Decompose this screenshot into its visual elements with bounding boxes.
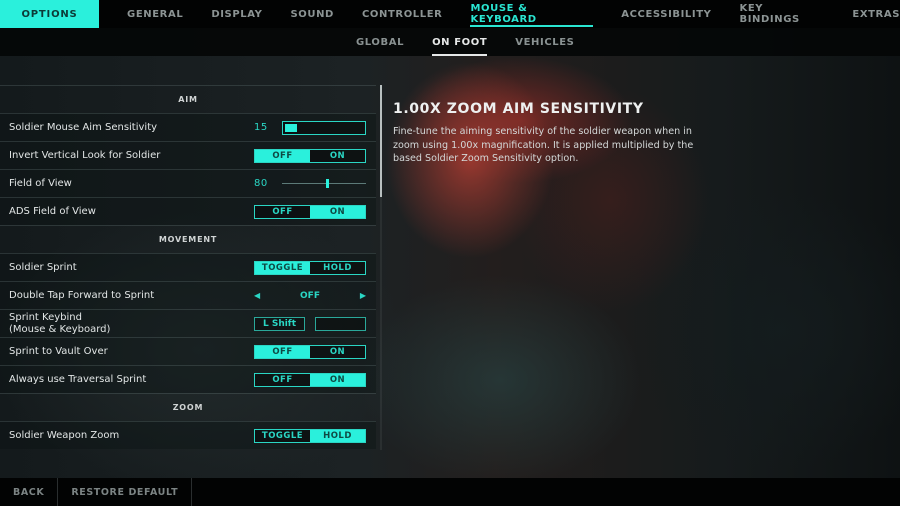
setting-soldier-sprint[interactable]: Soldier Sprint TOGGLE HOLD [0,253,376,281]
sprint-vault-toggle[interactable]: OFF ON [254,344,366,359]
tab-accessibility[interactable]: ACCESSIBILITY [621,0,711,28]
arrow-left-icon[interactable]: ◀ [254,291,260,300]
section-header-zoom: ZOOM [0,393,376,421]
option-hold[interactable]: HOLD [310,261,365,274]
label-line-2: (Mouse & Keyboard) [9,323,111,335]
setting-label: ADS Field of View [9,205,96,217]
fov-slider[interactable]: 80 [254,177,366,191]
tab-extras[interactable]: EXTRAS [852,0,900,28]
description-body: Fine-tune the aiming sensitivity of the … [393,126,694,164]
option-on[interactable]: ON [310,149,365,162]
option-off[interactable]: OFF [255,205,310,218]
setting-label: Always use Traversal Sprint [9,373,147,385]
setting-label: Soldier Weapon Zoom [9,429,120,441]
option-toggle[interactable]: TOGGLE [255,261,310,274]
setting-label: Invert Vertical Look for Soldier [9,149,161,161]
traversal-sprint-toggle[interactable]: OFF ON [254,372,366,387]
tab-mouse-keyboard[interactable]: MOUSE & KEYBOARD [470,0,594,28]
sprint-keybind-slots: L Shift [254,316,366,331]
invert-vertical-toggle[interactable]: OFF ON [254,148,366,163]
fov-track[interactable] [282,177,366,191]
tab-display[interactable]: DISPLAY [211,0,262,28]
option-toggle[interactable]: TOGGLE [255,429,310,442]
tab-general[interactable]: GENERAL [127,0,183,28]
restore-default-button[interactable]: RESTORE DEFAULT [58,478,193,506]
option-on[interactable]: ON [310,345,365,358]
section-header-aim: AIM [0,85,376,113]
subtab-vehicles[interactable]: VEHICLES [515,28,574,56]
setting-label: Soldier Mouse Aim Sensitivity [9,121,158,133]
tab-controller[interactable]: CONTROLLER [362,0,443,28]
section-header-movement: MOVEMENT [0,225,376,253]
secondary-keybind[interactable] [315,316,366,331]
setting-sprint-keybind[interactable]: Sprint Keybind (Mouse & Keyboard) L Shif… [0,309,376,337]
tab-key-bindings[interactable]: KEY BINDINGS [740,0,825,28]
sensitivity-bar-fill [285,123,297,132]
subtab-global[interactable]: GLOBAL [356,28,404,56]
tab-sound[interactable]: SOUND [290,0,334,28]
setting-double-tap-forward[interactable]: Double Tap Forward to Sprint ◀ OFF ▶ [0,281,376,309]
ads-fov-toggle[interactable]: OFF ON [254,204,366,219]
setting-invert-vertical-look[interactable]: Invert Vertical Look for Soldier OFF ON [0,141,376,169]
sensitivity-slider[interactable]: 15 [254,120,366,135]
back-button[interactable]: BACK [0,478,59,506]
weapon-zoom-toggle[interactable]: TOGGLE HOLD [254,428,366,443]
description-panel: 1.00X ZOOM AIM SENSITIVITY Fine-tune the… [376,85,900,478]
setting-sprint-to-vault[interactable]: Sprint to Vault Over OFF ON [0,337,376,365]
setting-label: Sprint to Vault Over [9,345,108,357]
setting-label: Soldier Sprint [9,261,77,273]
top-nav-bar: OPTIONS GENERAL DISPLAY SOUND CONTROLLER… [0,0,900,28]
setting-soldier-weapon-zoom[interactable]: Soldier Weapon Zoom TOGGLE HOLD [0,421,376,449]
setting-field-of-view[interactable]: Field of View 80 [0,169,376,197]
sensitivity-value: 15 [254,122,268,133]
double-tap-selector[interactable]: ◀ OFF ▶ [254,291,366,301]
double-tap-value: OFF [300,290,320,301]
sub-tabs: GLOBAL ON FOOT VEHICLES [356,28,603,56]
category-tabs: GENERAL DISPLAY SOUND CONTROLLER MOUSE &… [99,0,900,28]
fov-slider-thumb[interactable] [326,178,330,188]
subtab-on-foot[interactable]: ON FOOT [432,28,488,56]
primary-keybind[interactable]: L Shift [254,316,305,331]
option-off[interactable]: OFF [255,373,310,386]
setting-mouse-aim-sensitivity[interactable]: Soldier Mouse Aim Sensitivity 15 [0,113,376,141]
sub-nav-bar: GLOBAL ON FOOT VEHICLES [0,28,900,56]
fov-value: 80 [254,178,268,189]
option-off[interactable]: OFF [255,345,310,358]
arrow-right-icon[interactable]: ▶ [360,291,366,300]
setting-label: Field of View [9,177,72,189]
setting-traversal-sprint[interactable]: Always use Traversal Sprint OFF ON [0,365,376,393]
label-line-1: Sprint Keybind [9,311,82,323]
sensitivity-bar[interactable] [282,120,366,135]
option-on[interactable]: ON [310,373,365,386]
option-hold[interactable]: HOLD [310,429,365,442]
settings-list: AIM Soldier Mouse Aim Sensitivity 15 Inv… [0,85,376,450]
options-tab[interactable]: OPTIONS [0,0,100,28]
setting-ads-field-of-view[interactable]: ADS Field of View OFF ON [0,197,376,225]
setting-label: Sprint Keybind (Mouse & Keyboard) [9,312,110,336]
fov-track-line [282,182,366,184]
setting-label: Double Tap Forward to Sprint [9,289,155,301]
description-title: 1.00X ZOOM AIM SENSITIVITY [393,101,644,117]
option-off[interactable]: OFF [255,149,310,162]
soldier-sprint-toggle[interactable]: TOGGLE HOLD [254,260,366,275]
option-on[interactable]: ON [310,205,365,218]
footer-bar: BACK RESTORE DEFAULT [0,478,900,506]
